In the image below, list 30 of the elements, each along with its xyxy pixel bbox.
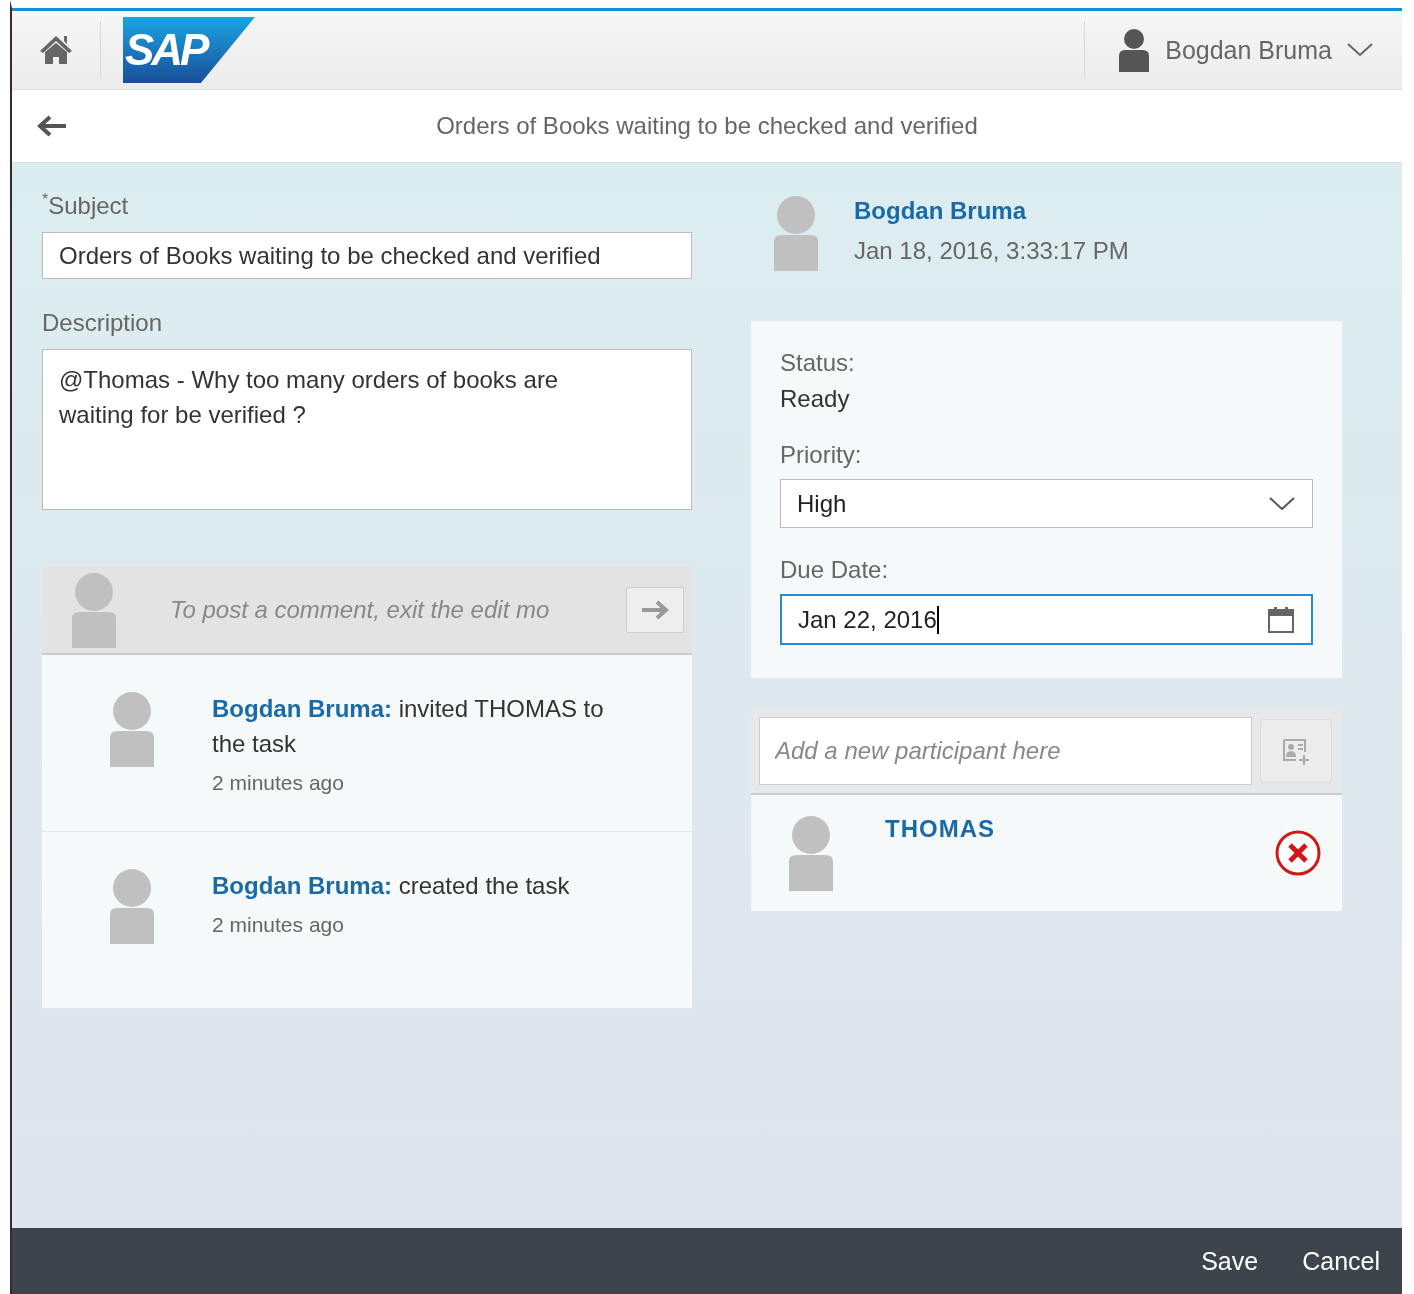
feed-entry-time: 2 minutes ago — [212, 771, 345, 795]
back-arrow-icon — [36, 114, 68, 138]
chevron-down-icon — [1346, 42, 1374, 58]
remove-icon — [1274, 829, 1322, 877]
subject-field[interactable]: Orders of Books waiting to be checked and verified — [42, 232, 692, 279]
created-date: Jan 18, 2016, 3:33:17 PM — [854, 237, 1129, 265]
user-icon — [1117, 28, 1152, 72]
calendar-icon — [1267, 605, 1295, 634]
user-menu[interactable]: Bogdan Bruma — [1085, 28, 1402, 72]
page-title: Orders of Books waiting to be checked and verified — [436, 112, 978, 140]
feed-entry-time: 2 minutes ago — [212, 913, 345, 937]
creator-name[interactable]: Bogdan Bruma — [854, 197, 1129, 225]
arrow-right-icon — [640, 599, 670, 621]
footer-button[interactable]: Save — [1201, 1246, 1259, 1276]
feed-entry-text: Bogdan Bruma: invited THOMAS to the task — [212, 694, 605, 759]
due-date-label: Due Date: — [780, 556, 890, 584]
remove-button[interactable] — [1274, 829, 1322, 877]
logo: SAP — [123, 17, 255, 83]
footer-button[interactable]: Cancel — [1302, 1246, 1380, 1276]
participant-name[interactable]: THOMAS — [885, 815, 995, 843]
description-label: Description — [42, 309, 164, 337]
description-field[interactable]: @Thomas - Why too many orders of books are waiting for be verified ? — [42, 349, 692, 510]
due-date-field[interactable]: Jan 22, 2016 — [780, 594, 1313, 645]
subject-label: $^{*}$Subject — [42, 191, 130, 220]
priority-dropdown[interactable]: High — [780, 479, 1313, 528]
status-value: Ready — [780, 385, 851, 413]
feed-entry-text: Bogdan Bruma: created the task — [212, 871, 571, 901]
chevron-down-icon — [1268, 495, 1296, 512]
status-label: Status: — [780, 349, 856, 377]
priority-label: Priority: — [780, 441, 863, 469]
